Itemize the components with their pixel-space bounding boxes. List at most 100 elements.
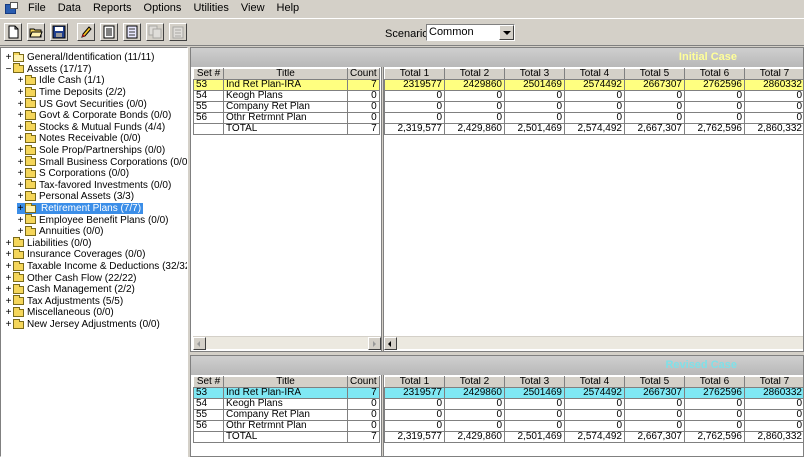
cell-set[interactable]: 53 xyxy=(193,79,224,91)
tree-item[interactable]: + Tax-favored Investments (0/0) xyxy=(17,179,171,192)
cell-total[interactable]: 0 xyxy=(744,409,803,421)
cell-total[interactable]: 0 xyxy=(624,409,685,421)
cell-total[interactable]: 0 xyxy=(384,409,445,421)
menu-view[interactable]: View xyxy=(235,0,271,16)
expand-toggle-icon[interactable]: + xyxy=(17,157,24,168)
table-row[interactable]: 54 Keogh Plans 0 xyxy=(193,398,380,410)
cell-total[interactable]: 0 xyxy=(384,420,445,432)
tree-item[interactable]: + Cash Management (2/2) xyxy=(5,283,135,296)
cell-total[interactable]: 0 xyxy=(564,420,625,432)
cell-total[interactable]: 2667307 xyxy=(624,387,685,399)
cell-total[interactable]: 2,574,492 xyxy=(564,431,625,443)
cell-total[interactable]: 0 xyxy=(384,398,445,410)
cell-total[interactable]: 0 xyxy=(384,101,445,113)
tree-item[interactable]: + Notes Receivable (0/0) xyxy=(17,132,141,145)
expand-toggle-icon[interactable]: + xyxy=(17,168,24,179)
cell-set[interactable]: 55 xyxy=(193,409,224,421)
cell-total[interactable]: 2501469 xyxy=(504,79,565,91)
cell-total[interactable]: 0 xyxy=(564,112,625,124)
column-header[interactable]: Total 3 xyxy=(504,376,565,388)
cell-total[interactable]: 2,319,577 xyxy=(384,123,445,135)
expand-toggle-icon[interactable]: + xyxy=(5,307,12,318)
column-header[interactable]: Total 1 xyxy=(384,68,445,80)
cell-total[interactable]: 0 xyxy=(504,90,565,102)
cell-total[interactable]: 2501469 xyxy=(504,387,565,399)
expand-toggle-icon[interactable]: + xyxy=(17,215,24,226)
cell-total[interactable]: 2762596 xyxy=(684,387,745,399)
cell-total[interactable]: 2860332 xyxy=(744,387,803,399)
new-document-button[interactable] xyxy=(4,23,22,41)
expand-toggle-icon[interactable]: + xyxy=(17,99,24,110)
cell-set[interactable]: 56 xyxy=(193,420,224,432)
cell-count[interactable]: 0 xyxy=(347,409,380,421)
cell-set[interactable] xyxy=(193,431,224,443)
cell-total[interactable]: 0 xyxy=(504,409,565,421)
menu-help[interactable]: Help xyxy=(271,0,306,16)
table-row[interactable]: 53 Ind Ret Plan-IRA 7 xyxy=(193,387,380,399)
column-header[interactable]: Count xyxy=(347,68,380,80)
cell-total[interactable]: 0 xyxy=(624,420,685,432)
cell-set[interactable]: 54 xyxy=(193,398,224,410)
cell-total[interactable]: 0 xyxy=(684,112,745,124)
scroll-right-arrow-icon[interactable] xyxy=(368,337,381,350)
cell-total[interactable]: 2,429,860 xyxy=(444,431,505,443)
tree-item[interactable]: + Annuities (0/0) xyxy=(17,225,103,238)
cell-total[interactable]: 0 xyxy=(624,101,685,113)
column-header[interactable]: Total 7 xyxy=(744,376,803,388)
column-header[interactable]: Count xyxy=(347,376,380,388)
table-row[interactable]: 2319577 2429860 2501469 2574492 2667307 27625… xyxy=(384,79,803,91)
cell-total[interactable]: 2,429,860 xyxy=(444,123,505,135)
cell-set[interactable]: 56 xyxy=(193,112,224,124)
save-button[interactable] xyxy=(50,23,68,41)
cell-total[interactable]: 0 xyxy=(564,101,625,113)
revised-left-grid[interactable]: Set # Title Count 53 Ind Ret Plan-IRA 7 54 Keog… xyxy=(193,376,380,443)
tree-item[interactable]: + Retirement Plans (7/7) xyxy=(17,202,144,215)
tree-item[interactable]: + General/Identification (11/11) xyxy=(5,51,154,64)
cell-total[interactable]: 2,574,492 xyxy=(564,123,625,135)
expand-toggle-icon[interactable]: + xyxy=(17,133,24,144)
cell-title[interactable]: TOTAL xyxy=(223,431,348,443)
tree-item[interactable]: + Idle Cash (1/1) xyxy=(17,74,105,87)
cell-total[interactable]: 0 xyxy=(684,101,745,113)
cell-total[interactable]: 2429860 xyxy=(444,79,505,91)
tree-item[interactable]: + Liabilities (0/0) xyxy=(5,237,91,250)
expand-toggle-icon[interactable]: + xyxy=(5,238,12,249)
column-header[interactable]: Set # xyxy=(193,68,224,80)
table-row[interactable]: 0000000 xyxy=(384,112,803,124)
column-header[interactable]: Total 4 xyxy=(564,68,625,80)
cell-total[interactable]: 2,319,577 xyxy=(384,431,445,443)
expand-toggle-icon[interactable]: + xyxy=(5,296,12,307)
cell-total[interactable]: 0 xyxy=(444,409,505,421)
column-header[interactable]: Total 6 xyxy=(684,68,745,80)
table-row[interactable]: 0000000 xyxy=(384,398,803,410)
expand-toggle-icon[interactable]: + xyxy=(17,122,24,133)
cell-total[interactable]: 2429860 xyxy=(444,387,505,399)
table-row[interactable]: TOTAL 7 xyxy=(193,431,380,443)
table-row[interactable]: 55 Company Ret Plan 0 xyxy=(193,409,380,421)
tree-item[interactable]: + Time Deposits (2/2) xyxy=(17,86,126,99)
scenario-select[interactable]: Common xyxy=(426,24,515,41)
tree-item[interactable]: − Assets (17/17) xyxy=(5,63,91,76)
cell-total[interactable]: 0 xyxy=(684,90,745,102)
tree-item[interactable]: + Employee Benefit Plans (0/0) xyxy=(17,214,169,226)
cell-set[interactable]: 55 xyxy=(193,101,224,113)
cell-total[interactable]: 2667307 xyxy=(624,79,685,91)
tree-item[interactable]: + Tax Adjustments (5/5) xyxy=(5,295,123,308)
cell-count[interactable]: 0 xyxy=(347,90,380,102)
cell-count[interactable]: 0 xyxy=(347,101,380,113)
cell-total[interactable]: 2574492 xyxy=(564,79,625,91)
cell-total[interactable]: 0 xyxy=(504,420,565,432)
cell-total[interactable]: 0 xyxy=(564,90,625,102)
expand-toggle-icon[interactable]: + xyxy=(17,145,24,156)
cell-total[interactable]: 0 xyxy=(744,420,803,432)
expand-toggle-icon[interactable]: + xyxy=(17,110,24,121)
cell-count[interactable]: 0 xyxy=(347,398,380,410)
tree-item[interactable]: + Miscellaneous (0/0) xyxy=(5,306,114,319)
tree-item[interactable]: + US Govt Securities (0/0) xyxy=(17,98,147,110)
cell-total[interactable]: 2,860,332 xyxy=(744,123,803,135)
tree-item[interactable]: + S Corporations (0/0) xyxy=(17,167,129,180)
cell-count[interactable]: 0 xyxy=(347,420,380,432)
column-header[interactable]: Total 3 xyxy=(504,68,565,80)
table-row[interactable]: 0000000 xyxy=(384,90,803,102)
cell-title[interactable]: Company Ret Plan xyxy=(223,101,348,113)
